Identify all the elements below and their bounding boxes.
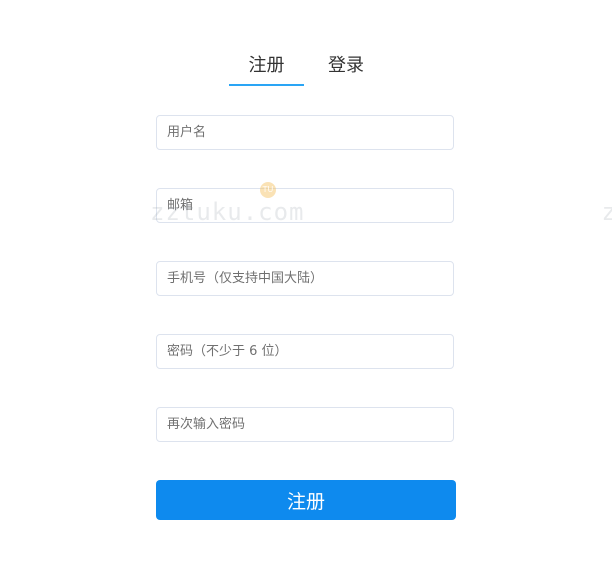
password-input[interactable] [156, 334, 454, 369]
watermark-edge-fragment: z [601, 198, 612, 226]
username-input[interactable] [156, 115, 454, 150]
register-submit-button[interactable]: 注册 [156, 480, 456, 520]
tab-register[interactable]: 注册 [229, 50, 304, 86]
auth-tabs: 注册 登录 [229, 50, 389, 88]
phone-input[interactable] [156, 261, 454, 296]
email-input[interactable] [156, 188, 454, 223]
confirm-password-input[interactable] [156, 407, 454, 442]
tab-login[interactable]: 登录 [316, 50, 376, 86]
